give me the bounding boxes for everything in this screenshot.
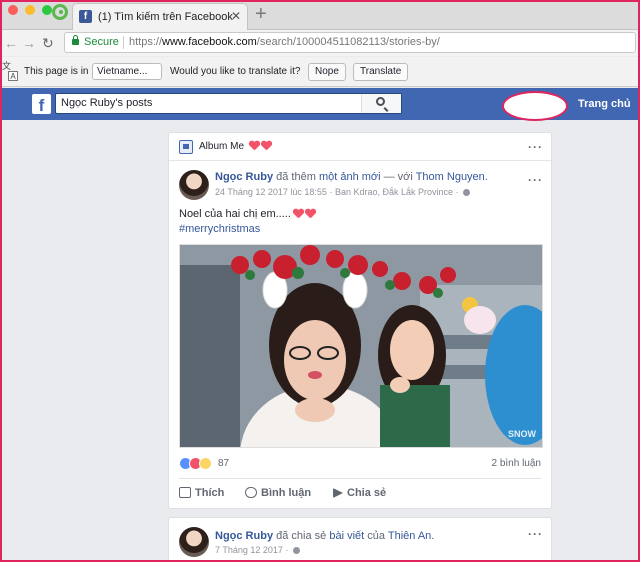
search-input[interactable] — [61, 97, 361, 109]
album-title[interactable]: Album Me — [199, 141, 271, 152]
browser-tab-active[interactable]: f (1) Tìm kiếm trên Facebook ✕ — [72, 3, 248, 30]
post-photo[interactable]: SNOW — [179, 244, 543, 448]
comment-button[interactable]: Bình luận — [245, 487, 311, 499]
post-card: Album Me ··· ··· Ngọc Ruby đã thêm một ả… — [168, 132, 552, 509]
snow-watermark: SNOW — [508, 429, 536, 439]
globe-icon — [292, 547, 300, 554]
like-button[interactable]: Thích — [179, 487, 224, 499]
window-minimize-icon[interactable] — [25, 5, 35, 15]
comments-count-link[interactable]: 2 bình luận — [492, 458, 542, 469]
facebook-favicon-icon: f — [79, 10, 92, 23]
reaction-count: 87 — [218, 458, 230, 469]
post-meta: 7 Tháng 12 2017 · — [215, 545, 300, 555]
share-arrow-icon — [333, 488, 343, 498]
url-text: https://www.facebook.com/search/10000451… — [129, 36, 440, 48]
secure-label: Secure — [84, 36, 119, 48]
object-link[interactable]: bài viết — [329, 530, 364, 542]
facebook-logo-icon[interactable]: f — [32, 94, 51, 115]
forward-arrow-icon[interactable]: → — [22, 35, 36, 51]
home-link[interactable]: Trang chủ — [578, 98, 631, 110]
post-card: ··· Ngọc Ruby đã chia sẻ bài viết của Th… — [168, 517, 552, 562]
author-link[interactable]: Ngọc Ruby — [215, 530, 273, 542]
share-button[interactable]: Chia sẻ — [333, 487, 386, 499]
search-box[interactable] — [55, 93, 402, 114]
search-icon — [376, 97, 385, 106]
extension-icon[interactable] — [52, 4, 68, 20]
author-link[interactable]: Ngọc Ruby — [215, 171, 273, 183]
tab-title: (1) Tìm kiếm trên Facebook — [98, 11, 233, 23]
more-options-icon[interactable]: ··· — [528, 140, 543, 154]
back-arrow-icon[interactable]: ← — [4, 35, 18, 51]
translate-bar: 文A This page is in Vietname... Would you… — [0, 57, 640, 87]
post-header-line: Ngọc Ruby đã chia sẻ bài viết của Thiên … — [215, 530, 435, 542]
url-separator — [123, 36, 124, 49]
globe-icon — [463, 189, 471, 196]
translate-prefix: This page is in — [24, 66, 89, 77]
new-tab-button[interactable]: + — [255, 4, 267, 24]
avatar[interactable] — [179, 170, 209, 200]
translate-button[interactable]: Translate — [353, 63, 409, 81]
heart-icon — [261, 141, 271, 150]
thumbs-up-icon — [179, 487, 191, 498]
search-button[interactable] — [361, 94, 401, 113]
window-close-icon[interactable] — [8, 5, 18, 15]
heart-icon — [293, 209, 303, 218]
facebook-header: f Trang chủ — [0, 88, 640, 121]
translate-question: Would you like to translate it? — [170, 66, 301, 77]
post-location[interactable]: · Ban Kdrao, Đắk Lắk Province · — [329, 187, 458, 197]
action-divider — [179, 478, 541, 479]
heart-icon — [249, 141, 259, 150]
avatar[interactable] — [179, 527, 209, 557]
lock-icon — [72, 35, 79, 45]
heart-icon — [305, 209, 315, 218]
post-date[interactable]: 7 Tháng 12 2017 · — [215, 545, 288, 555]
language-select[interactable]: Vietname... — [92, 63, 162, 80]
nope-button[interactable]: Nope — [308, 63, 346, 81]
translate-icon: 文A — [2, 62, 18, 81]
haha-reaction-icon — [199, 457, 212, 470]
post-caption: Noel của hai chị em..... — [179, 208, 315, 220]
browser-tab-bar: f (1) Tìm kiếm trên Facebook ✕ + — [0, 0, 640, 30]
profile-redacted[interactable] — [502, 91, 568, 121]
post-date[interactable]: 24 Tháng 12 2017 lúc 18:55 — [215, 187, 327, 197]
photo-illustration — [180, 245, 542, 447]
comment-bubble-icon — [245, 487, 257, 498]
window-maximize-icon[interactable] — [42, 5, 52, 15]
object-link[interactable]: một ảnh mới — [319, 171, 381, 183]
tagged-friend-link[interactable]: Thom Nguyen. — [416, 171, 488, 183]
browser-address-bar: ← → ↻ Secure https://www.facebook.com/se… — [0, 30, 640, 56]
post-meta: 24 Tháng 12 2017 lúc 18:55 · Ban Kdrao, … — [215, 187, 471, 197]
album-header: Album Me ··· — [169, 133, 551, 161]
url-field[interactable]: Secure https://www.facebook.com/search/1… — [64, 32, 636, 53]
target-link[interactable]: Thiên An. — [388, 530, 434, 542]
reload-icon[interactable]: ↻ — [42, 35, 54, 52]
post-header-line: Ngọc Ruby đã thêm một ảnh mới — với Thom… — [215, 171, 488, 183]
post-options-icon[interactable]: ··· — [528, 173, 543, 187]
post-options-icon[interactable]: ··· — [528, 527, 543, 541]
tab-close-icon[interactable]: ✕ — [231, 9, 241, 23]
hashtag-link[interactable]: #merrychristmas — [179, 223, 260, 235]
album-icon — [179, 140, 193, 154]
